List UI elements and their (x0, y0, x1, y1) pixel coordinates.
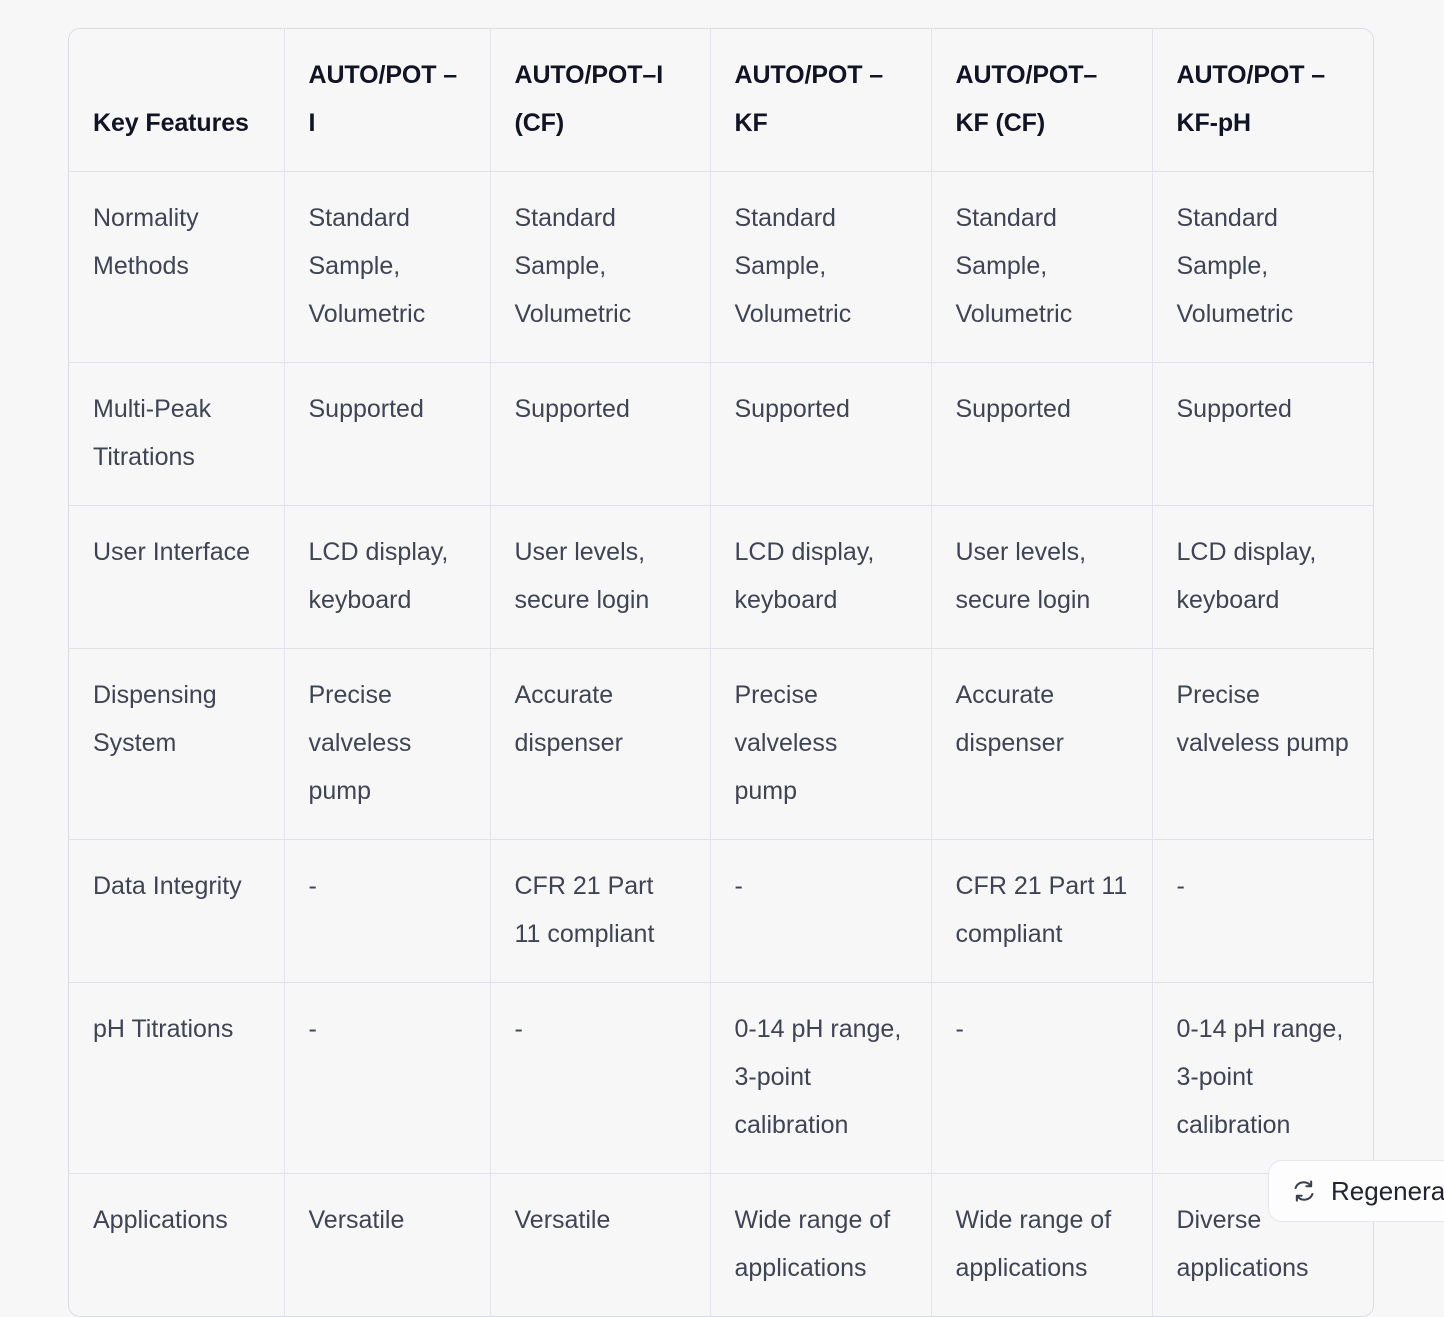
table-cell: - (710, 839, 932, 983)
table-cell: 0-14 pH range, 3-point calibration (1152, 982, 1373, 1174)
table-cell: Versatile (284, 1173, 491, 1316)
table-row: Data Integrity - CFR 21 Part 11 compliant -… (69, 839, 1373, 983)
table-cell: - (931, 982, 1153, 1174)
table-body: Normality Methods Standard Sample, Volume… (69, 171, 1373, 1316)
table-cell: Precise valveless pump (284, 648, 491, 840)
comparison-table-container: Key Features AUTO/POT – I AUTO/POT–I (CF… (68, 28, 1374, 1317)
regenerate-label: Regenerate (1331, 1176, 1444, 1206)
table-cell: Standard Sample, Volumetric (710, 171, 932, 363)
row-header-cell: Normality Methods (69, 171, 285, 363)
table-cell: Wide range of applications (710, 1173, 932, 1316)
table-cell: Standard Sample, Volumetric (931, 171, 1153, 363)
column-header-auto-pot-kf-ph: AUTO/POT – KF-pH (1152, 29, 1373, 172)
table-cell: Wide range of applications (931, 1173, 1153, 1316)
table-cell: Supported (284, 362, 491, 506)
table-row: pH Titrations - -0-14 pH range, 3-point ca… (69, 982, 1373, 1174)
table-cell: - (284, 839, 491, 983)
table-cell: - (1152, 839, 1373, 983)
table-row: Normality Methods Standard Sample, Volume… (69, 171, 1373, 363)
column-header-key-features: Key Features (69, 29, 285, 172)
regenerate-button[interactable]: Regenerate (1268, 1160, 1444, 1222)
table-cell: Versatile (490, 1173, 711, 1316)
row-header-cell: pH Titrations (69, 982, 285, 1174)
table-cell: Accurate dispenser (490, 648, 711, 840)
table-cell: User levels, secure login (931, 505, 1153, 649)
row-header-cell: Dispensing System (69, 648, 285, 840)
column-header-auto-pot-i-cf: AUTO/POT–I (CF) (490, 29, 711, 172)
table-cell: CFR 21 Part 11 compliant (490, 839, 711, 983)
table-cell: Supported (1152, 362, 1373, 506)
row-header-cell: Multi-Peak Titrations (69, 362, 285, 506)
table-cell: Supported (931, 362, 1153, 506)
table-cell: - (490, 982, 711, 1174)
table-header-row: Key Features AUTO/POT – I AUTO/POT–I (CF… (69, 29, 1373, 172)
table-cell: Standard Sample, Volumetric (490, 171, 711, 363)
table-cell: CFR 21 Part 11 compliant (931, 839, 1153, 983)
table-cell: Precise valveless pump (1152, 648, 1373, 840)
table-cell: Supported (490, 362, 711, 506)
table-row: Multi-Peak Titrations Supported Supported S… (69, 362, 1373, 506)
table-row: Dispensing System Precise valveless pump A… (69, 648, 1373, 840)
table-row: Applications Versatile Versatile Wide range… (69, 1173, 1373, 1316)
feature-comparison-table: Key Features AUTO/POT – I AUTO/POT–I (CF… (69, 29, 1373, 1316)
table-cell: Precise valveless pump (710, 648, 932, 840)
column-header-auto-pot-kf-cf: AUTO/POT– KF (CF) (931, 29, 1153, 172)
table-header: Key Features AUTO/POT – I AUTO/POT–I (CF… (69, 29, 1373, 172)
table-cell: Standard Sample, Volumetric (284, 171, 491, 363)
row-header-cell: Data Integrity (69, 839, 285, 983)
table-cell: Accurate dispenser (931, 648, 1153, 840)
table-cell: LCD display, keyboard (710, 505, 932, 649)
column-header-auto-pot-i: AUTO/POT – I (284, 29, 491, 172)
column-header-auto-pot-kf: AUTO/POT – KF (710, 29, 932, 172)
table-cell: LCD display, keyboard (1152, 505, 1373, 649)
row-header-cell: Applications (69, 1173, 285, 1316)
regenerate-icon (1291, 1178, 1317, 1204)
row-header-cell: User Interface (69, 505, 285, 649)
table-cell: Standard Sample, Volumetric (1152, 171, 1373, 363)
table-cell: 0-14 pH range, 3-point calibration (710, 982, 932, 1174)
table-row: User Interface LCD display, keyboard User … (69, 505, 1373, 649)
table-cell: User levels, secure login (490, 505, 711, 649)
table-cell: Supported (710, 362, 932, 506)
table-cell: LCD display, keyboard (284, 505, 491, 649)
table-cell: - (284, 982, 491, 1174)
